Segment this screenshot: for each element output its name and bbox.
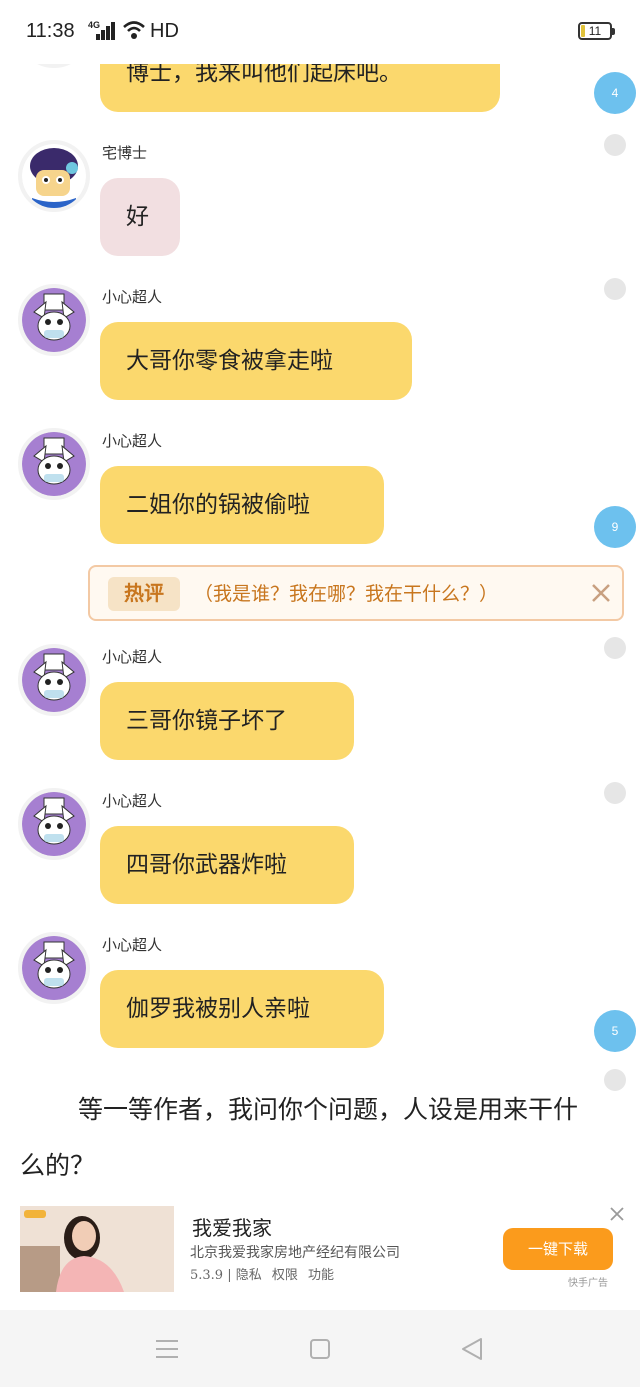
sender-name: 小心超人 [102, 648, 163, 666]
wifi-icon [123, 21, 145, 39]
message-bubble[interactable]: 三哥你镜子坏了 [100, 682, 354, 760]
robot-avatar[interactable] [18, 788, 90, 860]
status-bar: 11:38 4G HD 11 [0, 0, 640, 64]
comment-count-badge[interactable]: 5 [594, 1010, 636, 1052]
message-bubble[interactable]: 四哥你武器炸啦 [100, 826, 354, 904]
sender-name: 小心超人 [102, 936, 163, 954]
ad-thumbnail[interactable] [20, 1206, 174, 1292]
ad-title: 我爱我家 [192, 1216, 272, 1240]
battery-icon: 11 [578, 22, 615, 40]
ad-link-privacy[interactable]: 隐私 [236, 1268, 262, 1283]
hot-comment[interactable]: 热评 （我是谁？我在哪？我在干什么？） [88, 565, 624, 621]
sender-name: 小心超人 [102, 792, 163, 810]
sender-name: 小心超人 [102, 288, 163, 306]
message-bubble[interactable]: 大哥你零食被拿走啦 [100, 322, 412, 400]
ad-separator: | [227, 1268, 236, 1283]
story-text: 等一等作者，我问你个问题，人设是用来干什么的？ [20, 1095, 579, 1180]
message-bubble[interactable]: 二姐你的锅被偷啦 [100, 466, 384, 544]
home-icon[interactable] [305, 1334, 335, 1364]
ad-version: 5.3.9 [190, 1268, 224, 1283]
comment-dot[interactable] [604, 278, 626, 300]
navigation-bar [0, 1310, 640, 1387]
hd-indicator: HD [150, 20, 179, 42]
download-button[interactable]: 一键下载 [503, 1228, 613, 1270]
comment-dot[interactable] [604, 1069, 626, 1091]
close-icon[interactable] [586, 578, 616, 608]
ad-source: 快手广告 [568, 1278, 608, 1289]
comment-dot[interactable] [604, 637, 626, 659]
status-time: 11:38 [26, 20, 75, 42]
hot-comment-tag: 热评 [108, 577, 180, 611]
hot-comment-text: （我是谁？我在哪？我在干什么？） [194, 583, 499, 605]
ad-link-permission[interactable]: 权限 [272, 1268, 298, 1283]
back-icon[interactable] [457, 1334, 487, 1364]
robot-avatar[interactable] [18, 932, 90, 1004]
ad-link-feature[interactable]: 功能 [308, 1268, 334, 1283]
comment-count-badge[interactable]: 4 [594, 72, 636, 114]
ad-meta: 5.3.9 | 隐私 权限 功能 [190, 1264, 334, 1283]
sender-name: 小心超人 [102, 432, 163, 450]
robot-avatar[interactable] [18, 428, 90, 500]
robot-avatar[interactable] [18, 284, 90, 356]
signal-icon [96, 22, 116, 40]
ad-banner[interactable]: 我爱我家 北京我爱我家房地产经纪有限公司 5.3.9 | 隐私 权限 功能 一键… [0, 1198, 640, 1306]
ad-company: 北京我爱我家房地产经纪有限公司 [190, 1245, 400, 1261]
doctor-avatar[interactable] [18, 140, 90, 212]
comment-dot[interactable] [604, 782, 626, 804]
sender-name: 宅博士 [102, 144, 148, 162]
message-bubble[interactable]: 好 [100, 178, 180, 256]
menu-icon[interactable] [152, 1334, 182, 1364]
comment-dot[interactable] [604, 134, 626, 156]
comment-count-badge[interactable]: 9 [594, 506, 636, 548]
message-bubble[interactable]: 伽罗我被别人亲啦 [100, 970, 384, 1048]
robot-avatar[interactable] [18, 644, 90, 716]
battery-level: 11 [588, 24, 602, 38]
close-icon[interactable] [607, 1204, 627, 1224]
